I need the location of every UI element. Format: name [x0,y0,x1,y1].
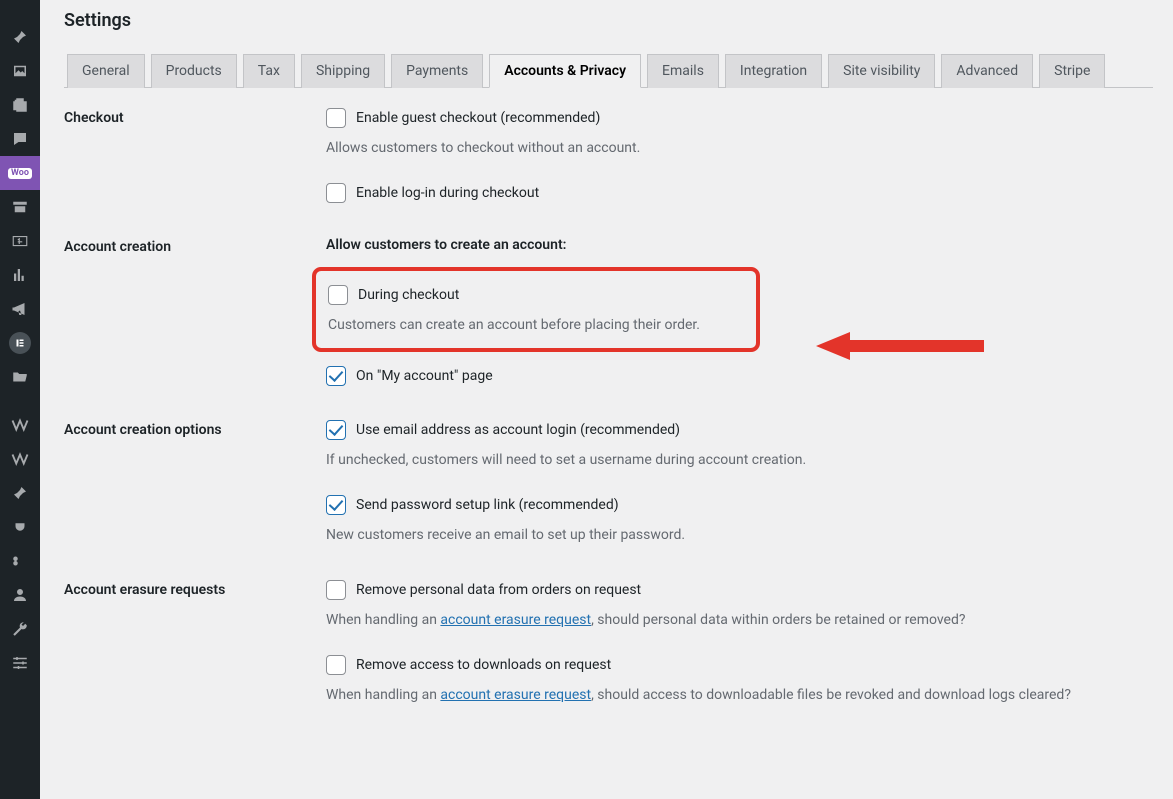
elementor-icon[interactable] [9,332,31,354]
desc-remove-downloads: When handling an account erasure request… [326,685,1153,706]
checkbox-login-checkout[interactable] [326,183,346,203]
link-erasure-request-2[interactable]: account erasure request [440,687,591,703]
tab-integration[interactable]: Integration [725,54,822,88]
checkbox-guest-checkout[interactable] [326,108,346,128]
wordlift-icon[interactable] [0,408,40,442]
link-erasure-request-1[interactable]: account erasure request [440,612,591,628]
checkbox-during-checkout[interactable] [328,285,348,305]
tab-products[interactable]: Products [151,54,237,88]
tab-site-visibility[interactable]: Site visibility [828,54,935,88]
tab-general[interactable]: General [67,54,145,88]
pin-alt-icon[interactable] [0,476,40,510]
tab-stripe[interactable]: Stripe [1039,54,1105,88]
desc-remove-orders-post: , should personal data within orders be … [591,612,965,628]
page-title: Settings [64,10,1153,31]
erasure-heading: Account erasure requests [64,580,326,598]
label-remove-orders: Remove personal data from orders on requ… [356,582,641,598]
label-pw-link: Send password setup link (recommended) [356,497,619,513]
settings-tabs: General Products Tax Shipping Payments A… [64,53,1153,88]
pin-icon[interactable] [0,20,40,54]
label-email-login: Use email address as account login (reco… [356,422,680,438]
comments-icon[interactable] [0,122,40,156]
image-icon[interactable] [0,54,40,88]
row-checkout: Checkout Enable guest checkout (recommen… [64,108,1153,203]
tab-shipping[interactable]: Shipping [301,54,385,88]
tab-advanced[interactable]: Advanced [941,54,1033,88]
tab-tax[interactable]: Tax [243,54,295,88]
woocommerce-icon[interactable]: Woo [0,156,40,190]
tab-payments[interactable]: Payments [391,54,483,88]
folder-open-icon[interactable] [0,360,40,394]
payments-icon[interactable] [0,224,40,258]
woo-badge: Woo [8,168,32,179]
archive-icon[interactable] [0,190,40,224]
checkbox-email-login[interactable] [326,420,346,440]
settings-slider-icon[interactable] [0,646,40,680]
desc-guest-checkout: Allows customers to checkout without an … [326,138,1153,159]
tab-accounts-privacy[interactable]: Accounts & Privacy [489,54,641,88]
label-remove-downloads: Remove access to downloads on request [356,657,611,673]
checkout-heading: Checkout [64,108,326,126]
plug-icon[interactable] [0,510,40,544]
row-erasure: Account erasure requests Remove personal… [64,580,1153,706]
tab-emails[interactable]: Emails [647,54,719,88]
pages-icon[interactable] [0,88,40,122]
desc-remove-downloads-post: , should access to downloadable files be… [591,687,1071,703]
wordlift-alt-icon[interactable] [0,442,40,476]
label-during-checkout: During checkout [358,287,459,303]
desc-email-login: If unchecked, customers will need to set… [326,450,1153,471]
cut-icon[interactable] [0,544,40,578]
tools-icon[interactable] [0,612,40,646]
account-creation-heading: Account creation [64,237,326,255]
row-account-creation: Account creation Allow customers to crea… [64,237,1153,386]
admin-sidebar: Woo [0,0,40,799]
checkbox-my-account-page[interactable] [326,366,346,386]
desc-remove-orders: When handling an account erasure request… [326,610,1153,631]
label-guest-checkout: Enable guest checkout (recommended) [356,110,600,126]
account-creation-legend: Allow customers to create an account: [326,237,1153,253]
content-area: Settings General Products Tax Shipping P… [40,0,1173,799]
desc-pw-link: New customers receive an email to set up… [326,525,1153,546]
label-my-account-page: On "My account" page [356,368,493,384]
desc-during-checkout: Customers can create an account before p… [328,315,744,336]
checkbox-remove-downloads[interactable] [326,655,346,675]
account-options-heading: Account creation options [64,420,326,438]
row-account-options: Account creation options Use email addre… [64,420,1153,546]
highlight-box: During checkout Customers can create an … [312,267,760,352]
desc-remove-orders-pre: When handling an [326,612,440,628]
checkbox-pw-link[interactable] [326,495,346,515]
user-icon[interactable] [0,578,40,612]
analytics-icon[interactable] [0,258,40,292]
marketing-icon[interactable] [0,292,40,326]
label-login-checkout: Enable log-in during checkout [356,185,539,201]
checkbox-remove-orders[interactable] [326,580,346,600]
desc-remove-downloads-pre: When handling an [326,687,440,703]
